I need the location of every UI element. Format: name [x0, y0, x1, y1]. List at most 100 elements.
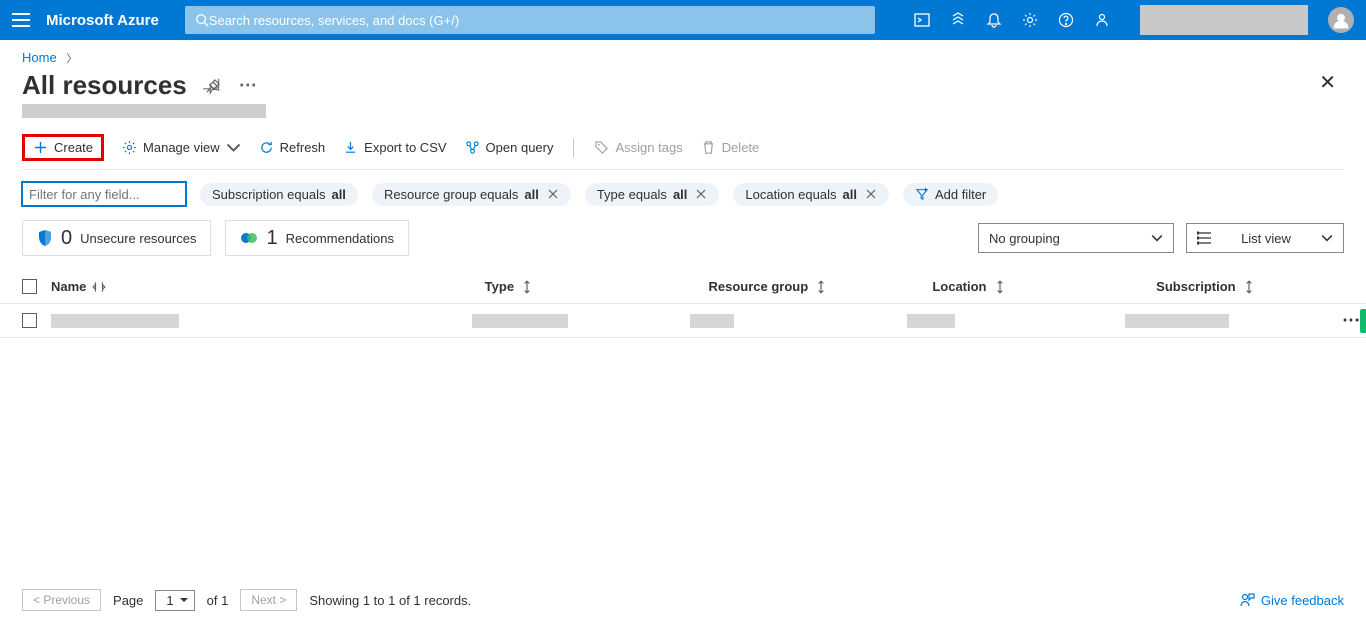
sort-icon	[520, 280, 534, 294]
manage-view-button[interactable]: Manage view	[122, 140, 241, 155]
breadcrumb: Home 〉	[0, 40, 1366, 70]
view-mode-select[interactable]: List view	[1186, 223, 1344, 253]
col-header-type[interactable]: Type	[485, 279, 695, 294]
help-icon[interactable]	[1058, 12, 1074, 28]
remove-filter-icon[interactable]	[547, 188, 559, 200]
brand-label[interactable]: Microsoft Azure	[46, 12, 159, 29]
view-controls: No grouping List view	[978, 223, 1344, 253]
create-button[interactable]: Create	[33, 140, 93, 155]
account-redacted[interactable]	[1140, 5, 1308, 35]
pagination-bar: < Previous Page 1 of 1 Next > Showing 1 …	[22, 589, 1344, 611]
resources-table: Name Type Resource group Location Subscr…	[0, 270, 1366, 338]
col-header-location[interactable]: Location	[932, 279, 1142, 294]
row-active-indicator	[1360, 309, 1366, 333]
settings-icon[interactable]	[1022, 12, 1038, 28]
prev-page-button[interactable]: < Previous	[22, 589, 101, 611]
cloud-shell-icon[interactable]	[914, 12, 930, 28]
chevron-down-icon	[1151, 232, 1163, 244]
filter-pill-subscription[interactable]: Subscription equals all	[200, 183, 358, 206]
filter-pill-resourcegroup[interactable]: Resource group equals all	[372, 183, 571, 206]
global-search[interactable]	[185, 6, 875, 34]
search-icon	[195, 13, 209, 27]
export-csv-button[interactable]: Export to CSV	[343, 140, 446, 155]
unsecure-count: 0	[61, 227, 72, 250]
feedback-icon[interactable]	[1094, 12, 1110, 28]
add-filter-button[interactable]: Add filter	[903, 183, 998, 206]
query-icon	[465, 140, 480, 155]
page-select[interactable]: 1	[155, 590, 194, 611]
cell-resource-group[interactable]	[690, 314, 894, 328]
unsecure-resources-card[interactable]: 0 Unsecure resources	[22, 220, 211, 256]
tag-icon	[594, 140, 609, 155]
page-header: All resources ⋯ ✕	[0, 70, 1366, 101]
refresh-button[interactable]: Refresh	[259, 140, 326, 155]
cell-location	[907, 314, 1111, 328]
filter-bar: Subscription equals all Resource group e…	[0, 170, 1366, 206]
more-icon[interactable]: ⋯	[239, 75, 257, 96]
page-of-label: of 1	[207, 593, 229, 608]
advisor-icon	[240, 230, 258, 246]
table-header: Name Type Resource group Location Subscr…	[0, 270, 1366, 304]
create-button-highlight: Create	[22, 134, 104, 161]
next-page-button[interactable]: Next >	[240, 589, 297, 611]
assign-tags-label: Assign tags	[615, 140, 682, 155]
manage-view-label: Manage view	[143, 140, 220, 155]
table-row[interactable]: ⋯	[0, 304, 1366, 338]
col-header-name[interactable]: Name	[51, 279, 471, 294]
row-checkbox[interactable]	[22, 313, 37, 328]
col-header-subscription[interactable]: Subscription	[1156, 279, 1366, 294]
pin-icon[interactable]	[205, 78, 221, 94]
trash-icon	[701, 140, 716, 155]
delete-button[interactable]: Delete	[701, 140, 760, 155]
filter-pill-location[interactable]: Location equals all	[733, 183, 889, 206]
col-header-resource-group[interactable]: Resource group	[709, 279, 919, 294]
chevron-right-icon: 〉	[66, 53, 77, 65]
plus-icon	[33, 140, 48, 155]
sort-icon	[1242, 280, 1256, 294]
page-title-text: All resources	[22, 70, 187, 101]
give-feedback-link[interactable]: Give feedback	[1239, 592, 1344, 608]
close-icon[interactable]: ✕	[1319, 70, 1336, 95]
delete-label: Delete	[722, 140, 760, 155]
filter-input[interactable]	[22, 182, 186, 206]
page-title: All resources ⋯	[22, 70, 257, 101]
directories-icon[interactable]	[950, 12, 966, 28]
notifications-icon[interactable]	[986, 12, 1002, 28]
unsecure-label: Unsecure resources	[80, 231, 196, 246]
command-bar: Create Manage view Refresh Export to CSV…	[22, 134, 1344, 170]
shield-icon	[37, 229, 53, 247]
recommendations-card[interactable]: 1 Recommendations	[225, 220, 409, 256]
avatar[interactable]	[1328, 7, 1354, 33]
records-summary: Showing 1 to 1 of 1 records.	[309, 593, 471, 608]
sort-icon	[92, 280, 106, 294]
assign-tags-button[interactable]: Assign tags	[594, 140, 682, 155]
grouping-select[interactable]: No grouping	[978, 223, 1174, 253]
select-all-checkbox[interactable]	[22, 279, 37, 294]
list-icon	[1197, 232, 1211, 244]
refresh-icon	[259, 140, 274, 155]
chevron-down-icon	[226, 140, 241, 155]
open-query-label: Open query	[486, 140, 554, 155]
remove-filter-icon[interactable]	[865, 188, 877, 200]
rec-count: 1	[266, 227, 277, 250]
filter-add-icon	[915, 187, 929, 201]
download-icon	[343, 140, 358, 155]
sort-icon	[993, 280, 1007, 294]
row-more-icon[interactable]: ⋯	[1342, 310, 1360, 331]
cell-name[interactable]	[51, 314, 458, 328]
page-label: Page	[113, 593, 143, 608]
gear-icon	[122, 140, 137, 155]
rec-label: Recommendations	[286, 231, 394, 246]
search-input[interactable]	[209, 13, 865, 28]
export-csv-label: Export to CSV	[364, 140, 446, 155]
refresh-label: Refresh	[280, 140, 326, 155]
remove-filter-icon[interactable]	[695, 188, 707, 200]
subtitle-redacted	[22, 104, 266, 118]
cell-type	[472, 314, 676, 328]
filter-pill-type[interactable]: Type equals all	[585, 183, 720, 206]
cell-subscription[interactable]	[1125, 314, 1329, 328]
breadcrumb-home[interactable]: Home	[22, 50, 57, 65]
open-query-button[interactable]: Open query	[465, 140, 554, 155]
menu-icon[interactable]	[12, 13, 30, 27]
create-label: Create	[54, 140, 93, 155]
